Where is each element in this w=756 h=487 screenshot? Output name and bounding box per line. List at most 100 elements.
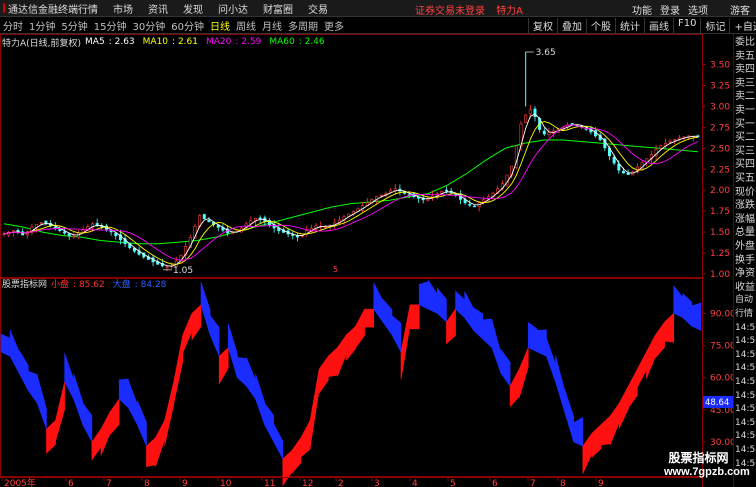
indicator-band-segment (582, 432, 593, 474)
menu-item-market[interactable]: 市场 (113, 1, 133, 16)
time-tick-label: 11 (264, 479, 275, 487)
time-tick-label: 7 (106, 479, 112, 487)
indicator-band-segment (491, 320, 502, 374)
ma5-value: 2.63 (114, 37, 135, 47)
indicator-band-segment (173, 334, 184, 404)
quote-panel-label: 14:50 (735, 349, 756, 360)
indicator-band-segment (137, 400, 147, 447)
period-tab[interactable]: 更多 (324, 18, 344, 33)
ma20-name: MA20 (205, 37, 232, 47)
chart-tool-button[interactable]: 统计 (615, 18, 644, 33)
period-tab[interactable]: 分时 (3, 18, 23, 33)
quote-panel-label: 14:50 (735, 431, 756, 442)
indicator-band-segment (27, 370, 38, 405)
period-tab[interactable]: 日线 (210, 18, 230, 33)
chart-tool-button[interactable]: 复权 (528, 18, 557, 33)
top-right-menu: 功能 登录 选项 游客 (624, 2, 750, 17)
menu-item-trade[interactable]: 交易 (308, 1, 328, 16)
quote-panel-label: 14:50 (735, 404, 756, 415)
indicator-band-segment (364, 308, 375, 328)
app-logo-icon (3, 3, 5, 13)
quote-panel-label: 涨跌 (735, 200, 755, 212)
chart-tool-button[interactable]: 叠加 (557, 18, 586, 33)
candle-body (612, 156, 616, 164)
candle-body (668, 140, 672, 143)
time-tick-label: 10 (220, 479, 232, 487)
trade-login-status: 证券交易未登录 (415, 6, 485, 17)
price-tick-label: 3.25 (710, 82, 730, 92)
function-button[interactable]: 功能 (632, 2, 652, 17)
ma5-readout: MA5: 2.63 (85, 37, 135, 47)
indicator-band-segment (418, 281, 429, 310)
indicator-band-segment (318, 355, 329, 395)
chart-tool-button[interactable]: F10 (673, 18, 700, 33)
candle-body (379, 194, 383, 197)
indicator-band-segment (427, 279, 438, 314)
period-tab[interactable]: 60分钟 (171, 18, 204, 33)
indicator-band-segment (664, 312, 675, 343)
indicator-band-segment (18, 349, 29, 391)
indicator-band-segment (37, 375, 47, 430)
indicator-band-segment (300, 420, 311, 458)
options-button[interactable]: 选项 (688, 2, 708, 17)
menu-item-discover[interactable]: 发现 (183, 1, 203, 16)
indicator-band-segment (564, 389, 575, 442)
period-tab[interactable]: 1分钟 (29, 18, 55, 33)
candle-body (230, 232, 234, 235)
indicator-band-segment (64, 353, 75, 400)
login-button[interactable]: 登录 (660, 2, 680, 17)
chart-grid (0, 34, 703, 487)
indicator-band-segment (691, 302, 702, 332)
chart-area[interactable]: 3.50 3.25 3.00 2.75 2.50 2.25 2.00 1.75 1.50 1.25… (0, 34, 733, 487)
indicator-band-segment (546, 338, 556, 383)
indicator-band-segment (482, 318, 493, 349)
indicator-band-segment (391, 315, 402, 353)
period-tab[interactable]: 5分钟 (61, 18, 87, 33)
indicator-band-segment (609, 402, 620, 446)
indicator-band-segment (537, 329, 547, 357)
time-tick-label: 8 (144, 479, 150, 487)
period-tab[interactable]: 30分钟 (132, 18, 165, 33)
quote-panel: 委比 卖五 卖四 卖三 卖二 卖一 买一 买二 买三 买四 买五 现价 涨跌 涨幅 总量 外盘 换手 净资 收益 自动… (733, 34, 756, 487)
quote-panel-label: 14:50 (735, 377, 756, 387)
indicator-tick-label: 75.00 (710, 342, 733, 352)
ma60-name: MA60 (269, 37, 295, 47)
menu-item-market-quotes[interactable]: 行情 (78, 1, 98, 16)
chart-tool-button[interactable]: 标记 (700, 18, 729, 33)
quote-panel-label: 14:50 (735, 363, 756, 374)
time-tick-label: 6 (492, 479, 498, 487)
indicator-band-segment (155, 420, 165, 467)
indicator-band-segment (264, 402, 275, 443)
indicator-band-segment (82, 402, 93, 443)
candle-body (547, 132, 551, 135)
guest-user[interactable]: 游客 (730, 2, 750, 17)
price-tick-label: 1.50 (710, 228, 730, 238)
indicator-band-segment (518, 347, 529, 398)
menu-item-wealth-circle[interactable]: 财富圈 (263, 1, 293, 16)
indicator-band-segment (246, 357, 256, 401)
period-tab[interactable]: 周线 (236, 18, 256, 33)
period-tab[interactable]: 15分钟 (94, 18, 127, 33)
indicator-band-segment (255, 373, 265, 425)
indicator-band-segment (618, 386, 629, 429)
indicator-band-segment (382, 298, 393, 336)
indicator-band-segment (673, 284, 684, 319)
menu-item-news[interactable]: 资讯 (148, 1, 168, 16)
indicator-band-segment (9, 329, 20, 374)
period-tab[interactable]: 多周期 (288, 18, 318, 33)
menu-item-ask[interactable]: 问小达 (218, 1, 248, 16)
ma20-value: 2.59 (241, 37, 262, 47)
time-tick-label: 12 (302, 479, 313, 487)
time-tick-label: 2005年 (4, 477, 36, 487)
time-axis: 2005年 6 7 8 9 10 11 12 2 3 4 5 6 7 8 9 (0, 477, 702, 487)
indicator-band-segment (91, 428, 102, 461)
chart-tool-button[interactable]: 个股 (586, 18, 615, 33)
candle-body (533, 108, 537, 118)
quote-panel-label: 14:50 (735, 390, 756, 401)
login-status: 证券交易未登录 特力A (415, 2, 523, 17)
indicator-axis: 90.0075.0060.0045.0030.0048.64 (702, 309, 733, 448)
chart-tool-button[interactable]: +自选 (729, 18, 756, 33)
chart-tool-button[interactable]: 画线 (644, 18, 673, 33)
ma5-line (3, 113, 699, 267)
period-tab[interactable]: 月线 (262, 18, 282, 33)
